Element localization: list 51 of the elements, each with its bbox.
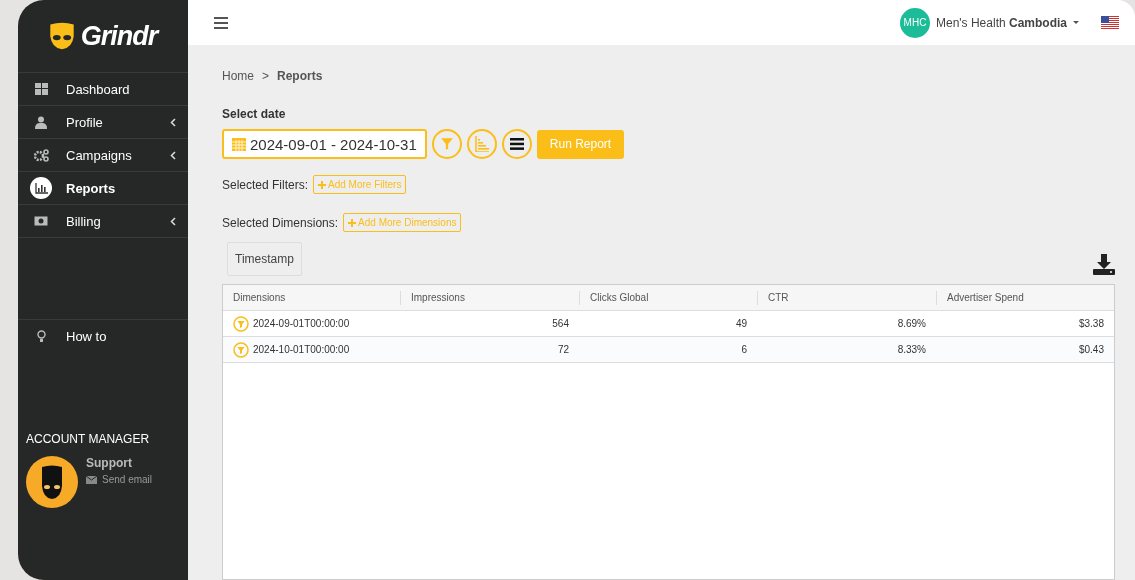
plus-icon — [318, 180, 327, 189]
lightbulb-icon — [36, 329, 46, 343]
date-range-field[interactable]: 2024-09-01 - 2024-10-31 — [222, 129, 427, 159]
table-cell-text: 6 — [740, 344, 748, 355]
user-icon — [35, 115, 47, 129]
account-menu[interactable]: MHC Men's Health Cambodia — [900, 7, 1079, 38]
bar-chart-icon — [34, 182, 48, 194]
brand-logo: Grindr — [80, 20, 158, 52]
manager-name: Support — [86, 456, 133, 470]
caret-icon — [1073, 21, 1079, 24]
breadcrumb-link[interactable]: Reports — [277, 69, 323, 83]
plus-icon — [348, 218, 357, 227]
nav-item[interactable]: Billing — [18, 205, 188, 238]
nav-item[interactable]: Dashboard — [18, 73, 188, 106]
avatar-icon — [26, 456, 78, 508]
column-header[interactable]: Advertiser Spend — [936, 290, 1114, 305]
table-cell-text: $3.38 — [1077, 318, 1105, 329]
menu-icon[interactable] — [214, 16, 228, 29]
breadcrumb-link[interactable]: Home — [222, 69, 254, 83]
table-cell-text: 72 — [556, 344, 570, 355]
field-label: Select date — [222, 107, 287, 121]
column-header[interactable]: Clicks Global — [579, 290, 757, 305]
filters-label: Selected Filters: — [222, 177, 309, 192]
table-cell: 2024-09-01T00:00:00 — [253, 318, 350, 329]
section-heading: ACCOUNT MANAGER — [25, 432, 151, 446]
envelope-icon — [86, 475, 97, 484]
column-header[interactable]: CTR — [757, 290, 936, 305]
columns-button[interactable] — [501, 129, 532, 159]
column-header[interactable]: Dimensions — [223, 290, 400, 305]
mask-logo-icon — [48, 21, 75, 51]
dimensions-label: Selected Dimensions: — [222, 215, 339, 230]
download-icon[interactable] — [1093, 254, 1115, 276]
calendar-icon — [232, 137, 246, 151]
table-cell-text: 49 — [734, 318, 748, 329]
send-email-link[interactable]: Send email — [86, 474, 153, 485]
table-cell-text: $0.43 — [1077, 344, 1105, 355]
flag-icon[interactable] — [1101, 16, 1119, 29]
filter-icon — [439, 137, 454, 151]
table-cell-text: 8.33% — [896, 344, 927, 355]
banknote-icon — [34, 216, 48, 226]
menu-icon — [509, 138, 524, 150]
table-cell: 2024-10-01T00:00:00 — [253, 344, 350, 355]
nav-item[interactable]: Reports — [18, 172, 188, 205]
grid-icon — [34, 83, 48, 95]
sort-icon — [474, 136, 489, 152]
dimension-chip[interactable]: Timestamp — [227, 242, 302, 276]
table-cell-text: 564 — [551, 318, 570, 329]
column-header[interactable]: Impressions — [400, 290, 579, 305]
breadcrumb-separator: > — [262, 69, 270, 83]
gears-icon — [33, 148, 49, 162]
table-cell-text: 8.69% — [896, 318, 927, 329]
